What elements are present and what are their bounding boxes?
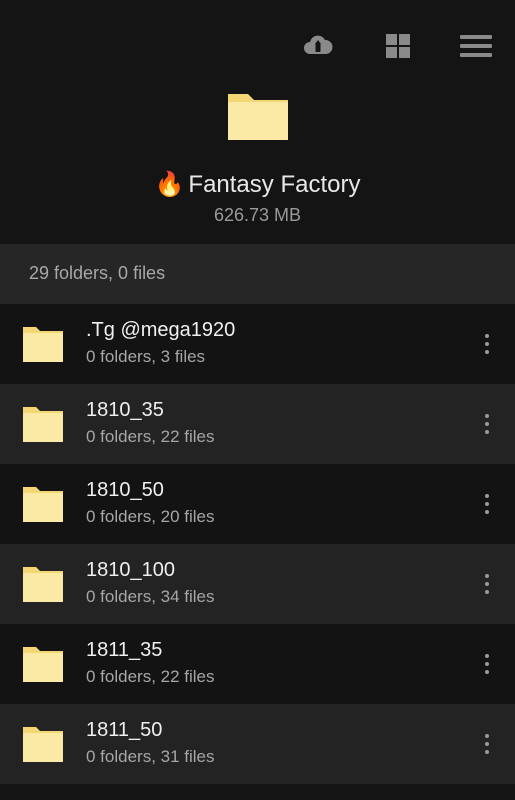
list-item[interactable]: 1810_35 0 folders, 22 files [0,384,515,464]
folder-icon [22,645,64,683]
grid-view-icon[interactable] [380,28,416,64]
list-item[interactable]: 1810_100 0 folders, 34 files [0,544,515,624]
folder-header: 🔥 Fantasy Factory 626.73 MB [0,90,515,244]
list-item[interactable]: 1811_35 0 folders, 22 files [0,624,515,704]
folder-size: 626.73 MB [213,205,302,225]
folder-icon [22,565,64,603]
fire-emoji-icon: 🔥 [154,171,185,198]
folder-summary-text: 29 folders, 0 files [29,263,166,283]
item-name: 1810_50 [86,479,164,501]
folder-title-text: Fantasy Factory [188,170,361,198]
item-meta: 0 folders, 34 files [86,587,215,606]
folder-icon [22,405,64,443]
more-options-icon[interactable] [476,410,498,438]
menu-icon[interactable] [458,28,494,64]
folder-title: 🔥 Fantasy Factory [0,170,515,199]
folder-icon [226,90,290,142]
folder-icon [22,485,64,523]
list-item[interactable]: 1810_50 0 folders, 20 files [0,464,515,544]
more-options-icon[interactable] [476,570,498,598]
item-meta: 0 folders, 22 files [86,667,215,686]
item-meta: 0 folders, 3 files [86,347,206,366]
list-item[interactable]: 1811_50 0 folders, 31 files [0,704,515,784]
item-name: 1810_100 [86,559,175,581]
top-toolbar [0,0,515,90]
item-meta: 0 folders, 31 files [86,747,215,766]
folder-icon [22,725,64,763]
item-name: 1811_50 [86,719,163,741]
folder-icon [22,325,64,363]
more-options-icon[interactable] [476,650,498,678]
item-name: 1810_35 [86,399,164,421]
item-meta: 0 folders, 20 files [86,507,215,526]
folder-list: .Tg @mega1920 0 folders, 3 files 1810_35… [0,304,515,784]
folder-summary-bar: 29 folders, 0 files [0,244,515,304]
more-options-icon[interactable] [476,730,498,758]
more-options-icon[interactable] [476,490,498,518]
item-name: 1811_35 [86,639,163,661]
item-meta: 0 folders, 22 files [86,427,215,446]
cloud-upload-icon[interactable] [300,28,336,64]
item-name: .Tg @mega1920 [86,319,236,341]
more-options-icon[interactable] [476,330,498,358]
list-item[interactable]: .Tg @mega1920 0 folders, 3 files [0,304,515,384]
